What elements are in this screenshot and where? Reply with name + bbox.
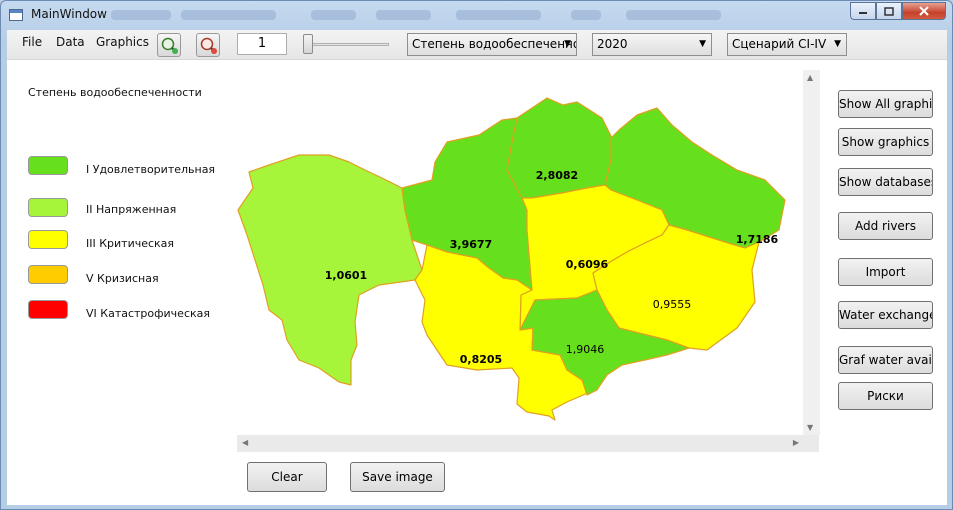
minimize-icon	[859, 12, 867, 14]
region-value-label: 3,9677	[450, 238, 492, 251]
add-rivers-button[interactable]: Add rivers	[838, 212, 933, 240]
scenario-combobox[interactable]: Сценарий CI-IV ▼	[727, 33, 847, 56]
save-image-button[interactable]: Save image	[350, 462, 445, 492]
legend-swatch	[28, 198, 68, 217]
show-databases-button[interactable]: Show databases	[838, 168, 933, 196]
slider-track[interactable]	[307, 43, 389, 46]
maximize-button[interactable]	[876, 2, 902, 20]
vertical-scrollbar[interactable]: ▲ ▼	[803, 70, 820, 435]
year-combobox[interactable]: 2020 ▼	[592, 33, 712, 56]
blurred-background-text	[181, 10, 276, 20]
legend-label: V Кризисная	[86, 272, 159, 285]
window-title: MainWindow	[31, 7, 107, 21]
chevron-down-icon: ▼	[564, 39, 571, 49]
show-graphics-button[interactable]: Show graphics	[838, 128, 933, 156]
legend-label: VI Катастрофическая	[86, 307, 211, 320]
region-value-label: 0,6096	[566, 258, 609, 271]
main-window: MainWindow File Data Graphics 1 Степень …	[0, 0, 953, 510]
clear-button[interactable]: Clear	[247, 462, 327, 492]
scroll-up-icon[interactable]: ▲	[807, 73, 813, 82]
title-bar[interactable]: MainWindow	[1, 1, 952, 29]
chevron-down-icon: ▼	[834, 39, 841, 49]
zoom-out-icon	[200, 37, 217, 54]
legend-title: Степень водообеспеченности	[28, 86, 202, 99]
legend-swatch	[28, 156, 68, 175]
toolbar: File Data Graphics 1 Степень водообеспеч…	[7, 30, 947, 60]
year-combo-value: 2020	[597, 37, 628, 51]
blurred-background-text	[111, 10, 171, 20]
region-value-label: 0,9555	[653, 298, 692, 311]
blurred-background-text	[376, 10, 431, 20]
legend-swatch	[28, 265, 68, 284]
minimize-button[interactable]	[850, 2, 876, 20]
map-region[interactable]	[506, 97, 613, 199]
legend-label: II Напряженная	[86, 203, 177, 216]
slider-thumb[interactable]	[303, 34, 313, 54]
scroll-down-icon[interactable]: ▼	[807, 423, 813, 432]
region-value-label: 2,8082	[536, 169, 578, 182]
scroll-right-icon[interactable]: ▶	[793, 438, 799, 447]
show-all-graphic-button[interactable]: Show All graphic	[838, 90, 933, 118]
region-value-label: 1,7186	[736, 233, 779, 246]
scenario-combo-value: Сценарий CI-IV	[732, 37, 827, 51]
water-exchange-button[interactable]: Water exchange	[838, 301, 933, 329]
legend-swatch	[28, 300, 68, 319]
region-value-label: 1,9046	[566, 343, 605, 356]
close-icon	[919, 6, 929, 16]
blurred-background-text	[626, 10, 721, 20]
client-area: File Data Graphics 1 Степень водообеспеч…	[7, 30, 947, 505]
blurred-background-text	[456, 10, 541, 20]
risks-button[interactable]: Риски	[838, 382, 933, 410]
zoom-in-button[interactable]	[157, 33, 181, 57]
indicator-combobox[interactable]: Степень водообеспеченность ▼	[407, 33, 577, 56]
zoom-out-button[interactable]	[196, 33, 220, 57]
legend-label: I Удовлетворительная	[86, 163, 216, 176]
menu-graphics[interactable]: Graphics	[96, 35, 149, 49]
horizontal-scrollbar[interactable]: ◀ ▶	[237, 435, 819, 452]
maximize-icon	[884, 6, 894, 16]
region-map[interactable]: 1,0601 3,9677 2,8082 1,7186 0,6096 0,955…	[237, 78, 812, 438]
number-input[interactable]: 1	[237, 33, 287, 55]
region-value-label: 0,8205	[460, 353, 502, 366]
scroll-left-icon[interactable]: ◀	[242, 438, 248, 447]
app-icon	[9, 9, 23, 21]
chevron-down-icon: ▼	[699, 39, 706, 49]
blurred-background-text	[571, 10, 601, 20]
zoom-in-icon	[161, 37, 178, 54]
menu-data[interactable]: Data	[56, 35, 85, 49]
legend-label: III Критическая	[86, 237, 175, 250]
region-value-label: 1,0601	[325, 269, 367, 282]
close-button[interactable]	[902, 2, 946, 20]
menu-file[interactable]: File	[22, 35, 42, 49]
legend-swatch	[28, 230, 68, 249]
import-button[interactable]: Import	[838, 258, 933, 286]
graf-water-availability-button[interactable]: Graf water availa	[838, 346, 933, 374]
blurred-background-text	[311, 10, 356, 20]
indicator-combo-value: Степень водообеспеченность	[412, 37, 576, 51]
